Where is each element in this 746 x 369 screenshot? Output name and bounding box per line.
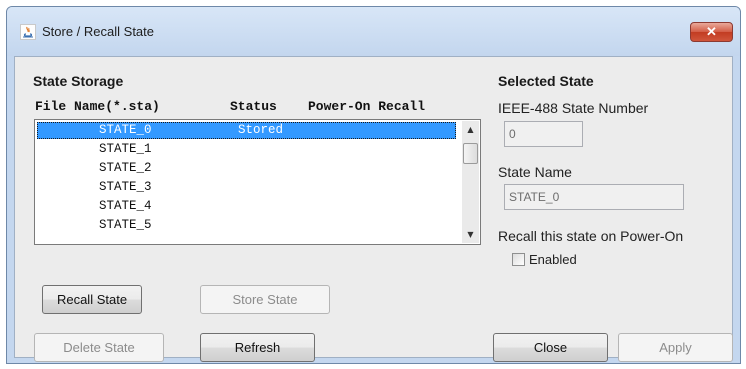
state-list[interactable]: STATE_0 Stored STATE_1 STATE_2 STATE_3 S… bbox=[34, 119, 481, 245]
list-item-state-2[interactable]: STATE_2 bbox=[37, 160, 456, 177]
close-window-icon[interactable]: ✕ bbox=[690, 22, 733, 42]
state-name-label: State Name bbox=[498, 164, 572, 180]
state-name-cell: STATE_0 bbox=[99, 123, 152, 137]
recall-state-button[interactable]: Recall State bbox=[42, 285, 142, 314]
list-item-state-3[interactable]: STATE_3 bbox=[37, 179, 456, 196]
state-number-label: IEEE-488 State Number bbox=[498, 100, 649, 116]
store-recall-dialog: Store / Recall State ✕ State Storage Fil… bbox=[6, 6, 741, 364]
list-item-state-4[interactable]: STATE_4 bbox=[37, 198, 456, 215]
scroll-thumb[interactable] bbox=[463, 143, 478, 164]
scroll-down-arrow-icon[interactable]: ▼ bbox=[462, 226, 479, 243]
state-name-field[interactable]: STATE_0 bbox=[504, 184, 684, 210]
selected-state-heading: Selected State bbox=[498, 73, 594, 89]
column-header-status: Status bbox=[230, 99, 277, 114]
column-header-power-on-recall: Power-On Recall bbox=[308, 99, 426, 114]
state-name-cell: STATE_1 bbox=[99, 142, 152, 156]
title-bar[interactable]: Store / Recall State ✕ bbox=[7, 7, 740, 56]
state-name-cell: STATE_5 bbox=[99, 218, 152, 232]
list-item-state-1[interactable]: STATE_1 bbox=[37, 141, 456, 158]
state-name-cell: STATE_2 bbox=[99, 161, 152, 175]
list-item-state-5[interactable]: STATE_5 bbox=[37, 217, 456, 234]
state-storage-heading: State Storage bbox=[33, 73, 124, 89]
dialog-content: State Storage File Name(*.sta) Status Po… bbox=[14, 56, 733, 362]
java-app-icon bbox=[20, 24, 36, 40]
store-state-button[interactable]: Store State bbox=[200, 285, 330, 314]
window-title: Store / Recall State bbox=[42, 24, 154, 39]
state-status-cell: Stored bbox=[238, 123, 284, 137]
enabled-checkbox[interactable] bbox=[512, 253, 525, 266]
close-button[interactable]: Close bbox=[493, 333, 608, 362]
list-scrollbar[interactable]: ▲ ▼ bbox=[462, 121, 479, 243]
column-header-file-name: File Name(*.sta) bbox=[35, 99, 160, 114]
state-name-cell: STATE_4 bbox=[99, 199, 152, 213]
apply-button[interactable]: Apply bbox=[618, 333, 733, 362]
state-name-cell: STATE_3 bbox=[99, 180, 152, 194]
power-on-recall-label: Recall this state on Power-On bbox=[498, 228, 684, 244]
refresh-button[interactable]: Refresh bbox=[200, 333, 315, 362]
list-item-state-0[interactable]: STATE_0 Stored bbox=[37, 122, 456, 139]
state-number-field[interactable]: 0 bbox=[504, 121, 583, 147]
enabled-checkbox-label[interactable]: Enabled bbox=[529, 252, 577, 267]
delete-state-button[interactable]: Delete State bbox=[34, 333, 164, 362]
scroll-up-arrow-icon[interactable]: ▲ bbox=[462, 121, 479, 138]
